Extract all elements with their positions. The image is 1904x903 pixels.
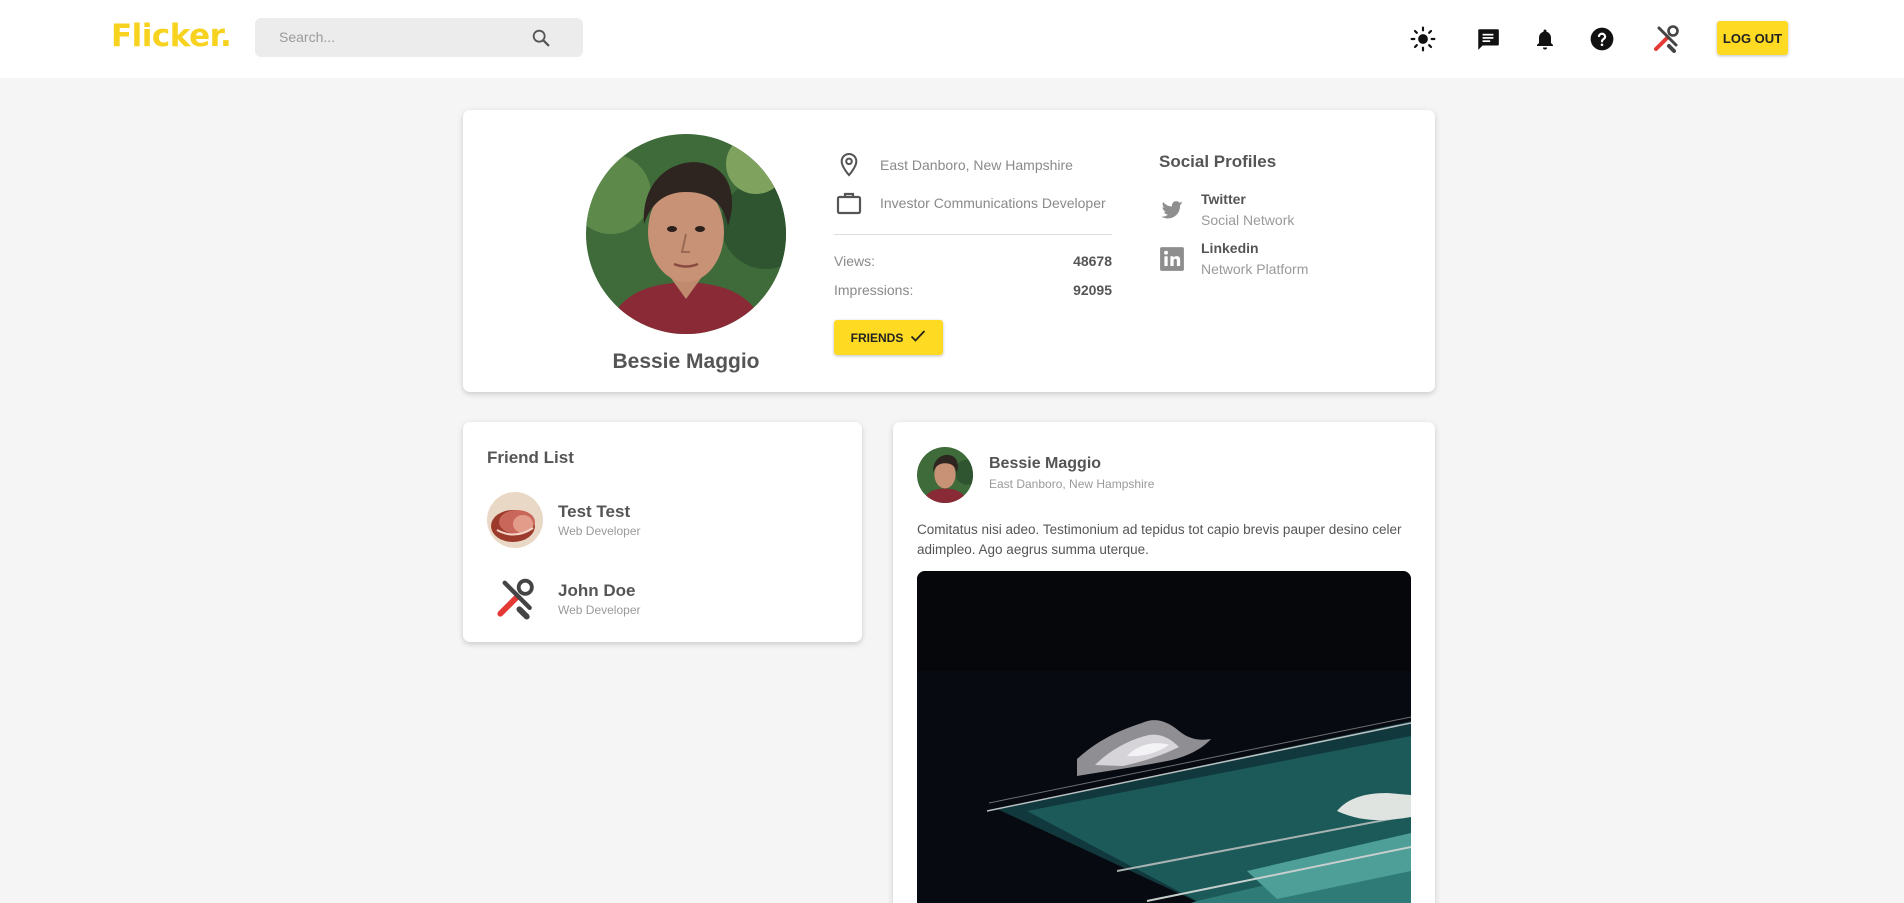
search-icon[interactable] [530,27,552,49]
impressions-label: Impressions: [834,282,914,298]
bell-icon[interactable] [1530,24,1560,54]
friend-item[interactable]: John Doe Web Developer [487,571,641,627]
twitter-desc: Social Network [1201,212,1295,228]
profile-avatar [586,134,786,334]
social-profiles-title: Social Profiles [1159,152,1277,171]
briefcase-icon [834,188,864,218]
friend-avatar [487,492,543,548]
app-logo[interactable]: Flicker. [111,18,232,54]
tools-avatar-icon [487,571,543,627]
friend-list-title: Friend List [487,448,574,467]
divider [834,234,1112,235]
post-image[interactable] [917,571,1411,903]
profile-job: Investor Communications Developer [880,195,1106,211]
social-item-linkedin[interactable]: Linkedin Network Platform [1159,240,1308,277]
linkedin-desc: Network Platform [1201,261,1309,277]
friend-role: Web Developer [558,603,641,617]
friends-button[interactable]: FRIENDS [834,320,943,355]
search-box [255,18,583,57]
friends-button-label: FRIENDS [850,330,904,345]
profile-name: Bessie Maggio [612,350,760,373]
help-icon[interactable] [1587,24,1617,54]
twitter-name: Twitter [1201,191,1246,207]
sun-icon[interactable] [1408,24,1438,54]
twitter-icon [1159,197,1185,223]
top-header: Flicker. LOG OUT [0,0,1904,78]
friend-name: John Doe [558,581,636,600]
location-pin-icon [834,150,864,180]
check-icon [910,329,926,346]
chat-icon[interactable] [1473,24,1503,54]
linkedin-icon [1159,246,1185,272]
post-text: Comitatus nisi adeo. Testimonium ad tepi… [917,522,1402,557]
tools-icon[interactable] [1651,24,1681,54]
logout-button[interactable]: LOG OUT [1717,21,1788,55]
views-label: Views: [834,253,875,269]
job-row: Investor Communications Developer [834,188,1106,218]
profile-location: East Danboro, New Hampshire [880,157,1073,173]
search-input[interactable] [279,27,529,47]
friend-item[interactable]: Test Test Web Developer [487,492,641,548]
friend-name: Test Test [558,502,631,521]
location-row: East Danboro, New Hampshire [834,150,1073,180]
impressions-value: 92095 [1073,282,1112,298]
friend-role: Web Developer [558,524,641,538]
linkedin-name: Linkedin [1201,240,1259,256]
profile-card: Bessie Maggio East Danboro, New Hampshir… [463,110,1435,392]
post-author-avatar[interactable] [917,447,973,503]
post-location: East Danboro, New Hampshire [989,477,1155,491]
post-author-name[interactable]: Bessie Maggio [989,455,1101,473]
views-value: 48678 [1073,253,1112,269]
friend-list-card: Friend List Test Test Web Developer John… [463,422,862,642]
post-card: Bessie Maggio East Danboro, New Hampshir… [893,422,1435,903]
social-item-twitter[interactable]: Twitter Social Network [1159,191,1294,228]
